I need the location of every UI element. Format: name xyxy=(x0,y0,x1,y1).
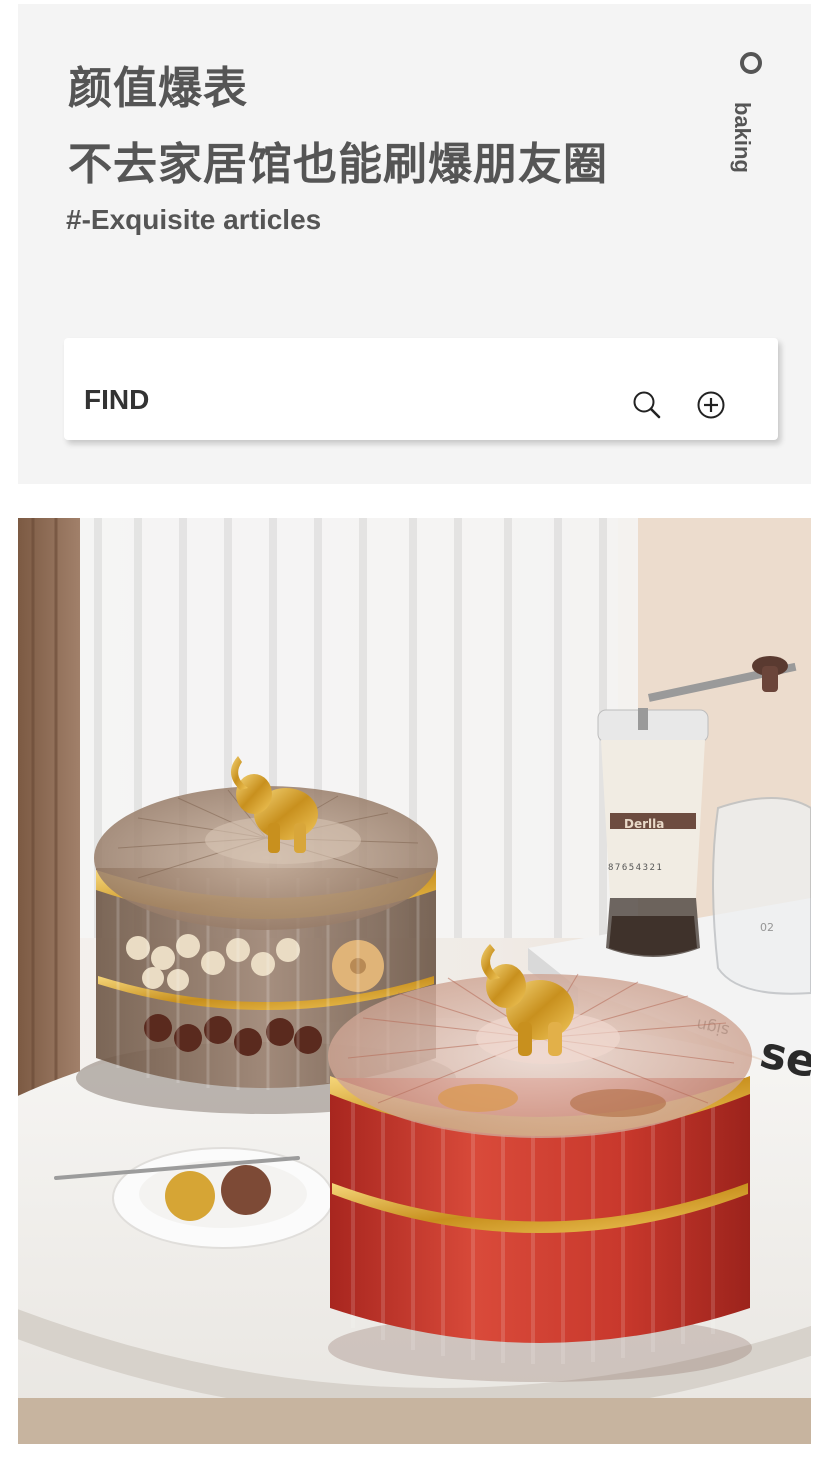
product-scene: sei sign 02 Derlla 87654321 xyxy=(18,518,811,1444)
magnifier-icon[interactable] xyxy=(632,390,662,420)
headline-line-2: 不去家居馆也能刷爆朋友圈 xyxy=(68,139,608,190)
subtitle: #-Exquisite articles xyxy=(66,204,322,235)
intro-panel: 颜值爆表 不去家居馆也能刷爆朋友圈 #-Exquisite articles b… xyxy=(18,4,811,484)
glass-jug: 02 xyxy=(712,797,811,995)
grinder-brand: Derlla xyxy=(624,817,664,831)
side-word: baking xyxy=(730,102,755,173)
red-storage-box xyxy=(328,944,752,1382)
plus-circle-icon[interactable] xyxy=(696,390,726,420)
jug-mark: 02 xyxy=(760,921,774,934)
product-photo: sei sign 02 Derlla 87654321 xyxy=(18,518,811,1444)
search-bar[interactable]: FIND xyxy=(64,338,778,440)
headline-line-1: 颜值爆表 xyxy=(68,63,248,114)
grinder-scale: 87654321 xyxy=(608,863,663,873)
circle-mark-icon xyxy=(740,52,762,74)
find-label: FIND xyxy=(84,384,150,415)
